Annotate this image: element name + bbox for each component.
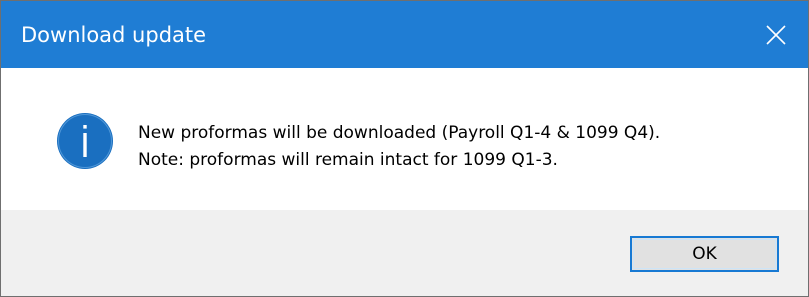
message-text: New proformas will be downloaded (Payrol… bbox=[138, 120, 660, 174]
close-icon bbox=[766, 25, 786, 45]
ok-button[interactable]: OK bbox=[630, 236, 779, 272]
close-button[interactable] bbox=[744, 1, 808, 68]
dialog-content: New proformas will be downloaded (Payrol… bbox=[1, 68, 808, 210]
button-bar: OK bbox=[1, 210, 808, 296]
window-title: Download update bbox=[21, 23, 207, 47]
info-icon bbox=[57, 113, 113, 169]
message-line-1: New proformas will be downloaded (Payrol… bbox=[138, 123, 661, 143]
message-dialog: Download update New proformas will be do… bbox=[0, 0, 809, 297]
message-line-2: Note: proformas will remain intact for 1… bbox=[138, 150, 558, 170]
title-bar[interactable]: Download update bbox=[1, 1, 808, 68]
